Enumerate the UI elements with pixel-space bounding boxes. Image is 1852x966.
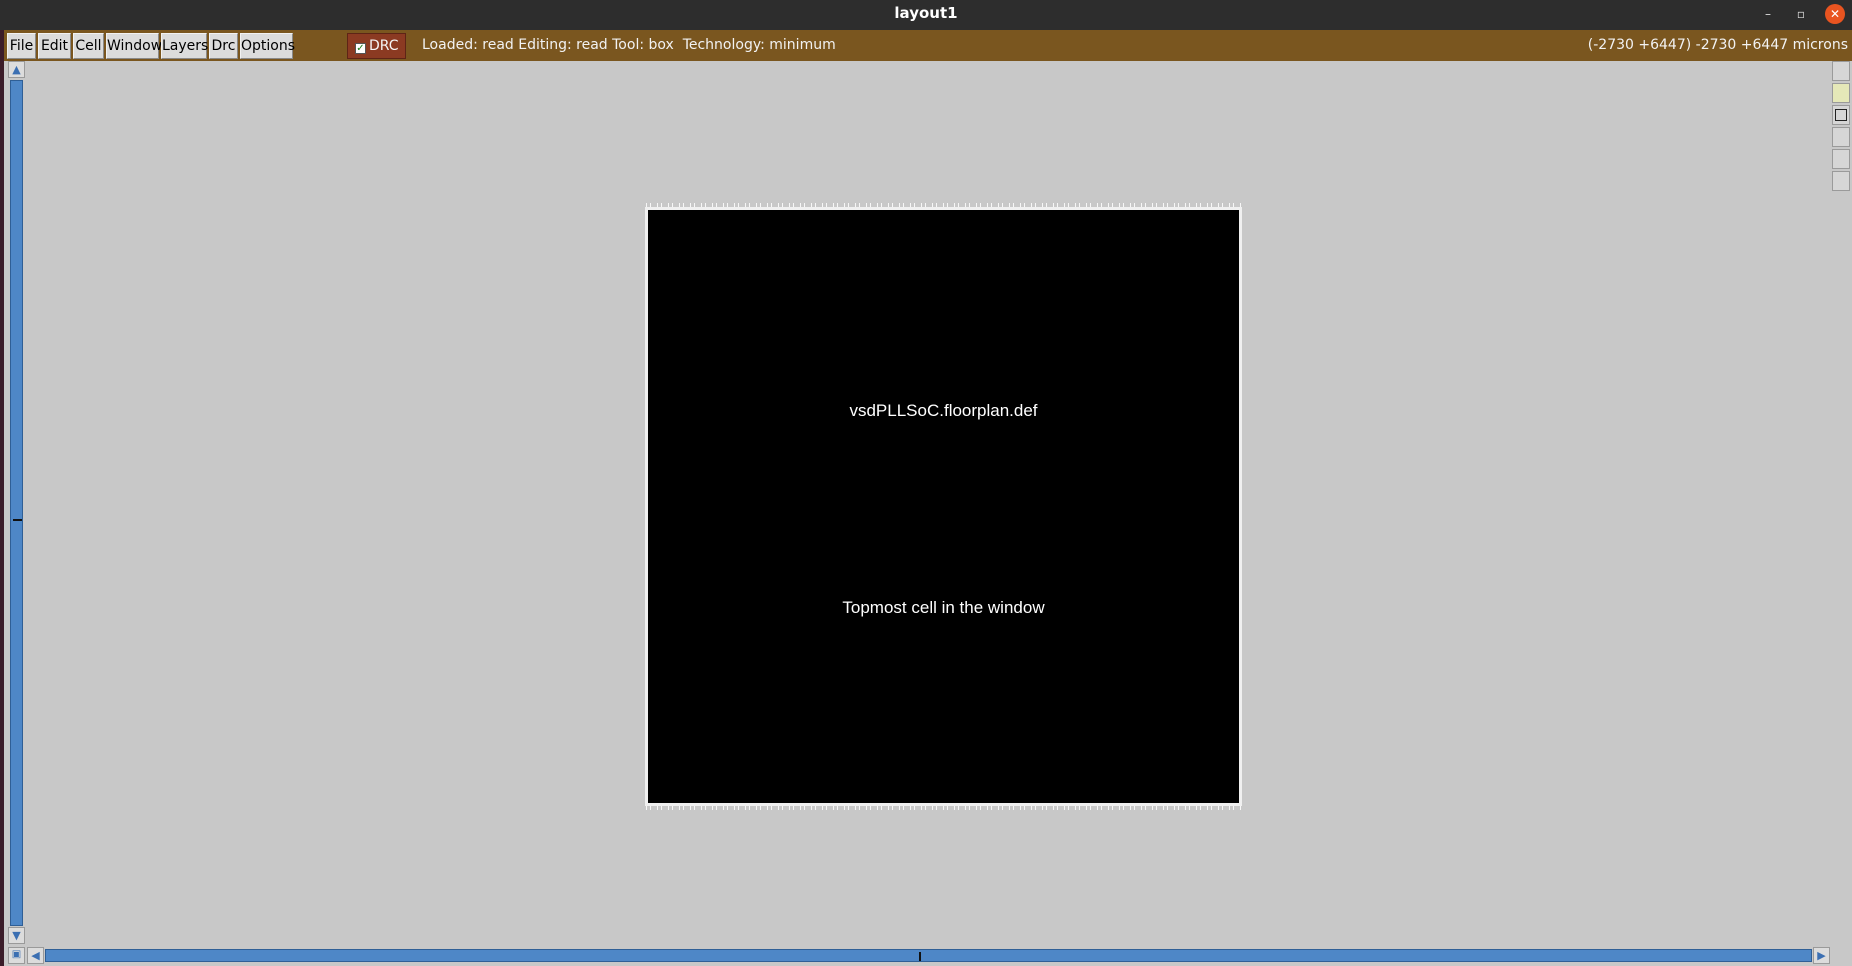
horizontal-scroll-thumb[interactable]: [919, 952, 921, 961]
menu-bar: File Edit Cell Window Layers Drc Options…: [4, 30, 1852, 61]
menu-window-button[interactable]: Window: [106, 33, 162, 59]
vertical-scroll-thumb[interactable]: [13, 519, 22, 521]
menu-layers-button[interactable]: Layers: [161, 33, 208, 59]
scroll-right-icon[interactable]: ▶: [1813, 947, 1830, 964]
maximize-icon[interactable]: ▫: [1791, 4, 1811, 24]
drc-checkbox[interactable]: ✓: [355, 43, 366, 54]
box-tool-icon: [1835, 109, 1847, 121]
magic-layout-window: layout1 – ▫ ✕ File Edit Cell Window Laye…: [0, 0, 1852, 966]
menu-cell-button[interactable]: Cell: [73, 33, 104, 59]
menu-file-button[interactable]: File: [7, 33, 36, 59]
cursor-coordinates: (-2730 +6447) -2730 +6447 microns: [1587, 37, 1848, 53]
horizontal-scroll-track[interactable]: [45, 949, 1812, 962]
palette-slot-1[interactable]: [1832, 61, 1850, 81]
scroll-up-icon[interactable]: ▲: [8, 61, 25, 78]
cell-note-label: Topmost cell in the window: [842, 598, 1045, 617]
menu-edit-button[interactable]: Edit: [38, 33, 71, 59]
palette-slot-4[interactable]: [1832, 127, 1850, 147]
palette-slot-5[interactable]: [1832, 149, 1850, 169]
palette-slot-selected[interactable]: [1832, 83, 1850, 103]
menu-drc-button[interactable]: Drc: [209, 33, 238, 59]
drc-label: DRC: [369, 38, 399, 54]
zoom-corner-icon[interactable]: ▣: [8, 947, 25, 964]
vertical-scrollbar[interactable]: ▲ ▼: [8, 61, 25, 947]
scroll-down-icon[interactable]: ▼: [8, 927, 25, 944]
layer-palette: [1832, 61, 1852, 201]
status-text: Loaded: read Editing: read Tool: box Tec…: [422, 37, 836, 53]
close-icon[interactable]: ✕: [1825, 4, 1845, 24]
window-title: layout1: [894, 4, 958, 22]
horizontal-scrollbar[interactable]: ▣ ◀ ▶: [8, 947, 1838, 964]
desktop-edge: [0, 30, 4, 966]
vertical-scroll-track[interactable]: [10, 80, 23, 926]
topmost-cell[interactable]: vsdPLLSoC.floorplan.def Topmost cell in …: [645, 207, 1242, 806]
cell-name-label: vsdPLLSoC.floorplan.def: [849, 401, 1038, 420]
pin-row-bottom: [646, 806, 1241, 810]
title-bar: layout1 – ▫ ✕: [0, 0, 1852, 30]
palette-box-icon[interactable]: [1832, 105, 1850, 125]
scroll-left-icon[interactable]: ◀: [27, 947, 44, 964]
palette-slot-6[interactable]: [1832, 171, 1850, 191]
menu-options-button[interactable]: Options: [240, 33, 295, 59]
minimize-icon[interactable]: –: [1758, 4, 1778, 24]
layout-canvas[interactable]: vsdPLLSoC.floorplan.def Topmost cell in …: [26, 61, 1831, 947]
drc-toggle[interactable]: ✓ DRC: [347, 33, 406, 59]
